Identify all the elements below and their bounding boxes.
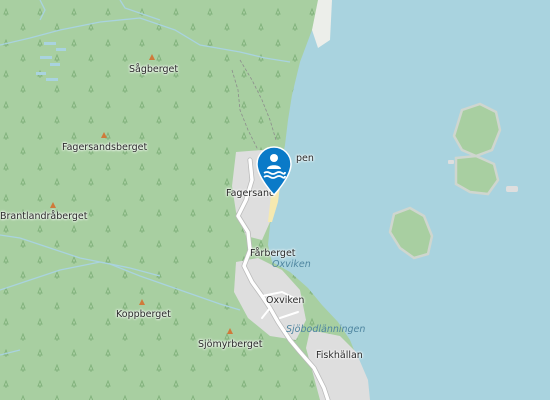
swimming-icon: [256, 146, 292, 197]
swimming-place-marker[interactable]: [253, 145, 295, 197]
label-oxviken: Oxviken: [266, 295, 305, 306]
peak-icon: [139, 299, 145, 305]
label-oxviken-bay: Oxviken: [272, 259, 311, 270]
islet: [506, 186, 518, 192]
peak-icon: [149, 54, 155, 60]
label-koppberget: Koppberget: [116, 309, 171, 320]
label-fagersandsberget: Fagersandsberget: [62, 142, 148, 153]
label-brantlandraberget: Brantlandråberget: [0, 211, 88, 222]
label-sagberget: Sågberget: [129, 64, 179, 75]
peak-icon: [101, 132, 107, 138]
peak-icon: [227, 328, 233, 334]
label-farberget: Fårberget: [250, 248, 296, 259]
label-sjobodlanningen: Sjöbodlänningen: [286, 324, 366, 335]
islet-small: [448, 160, 454, 164]
peak-icon: [50, 202, 56, 208]
label-fiskhallan: Fiskhällan: [316, 350, 363, 361]
label-sjomyrberget: Sjömyrberget: [198, 339, 263, 350]
map-canvas[interactable]: [0, 0, 550, 400]
label-pen: pen: [296, 153, 314, 164]
